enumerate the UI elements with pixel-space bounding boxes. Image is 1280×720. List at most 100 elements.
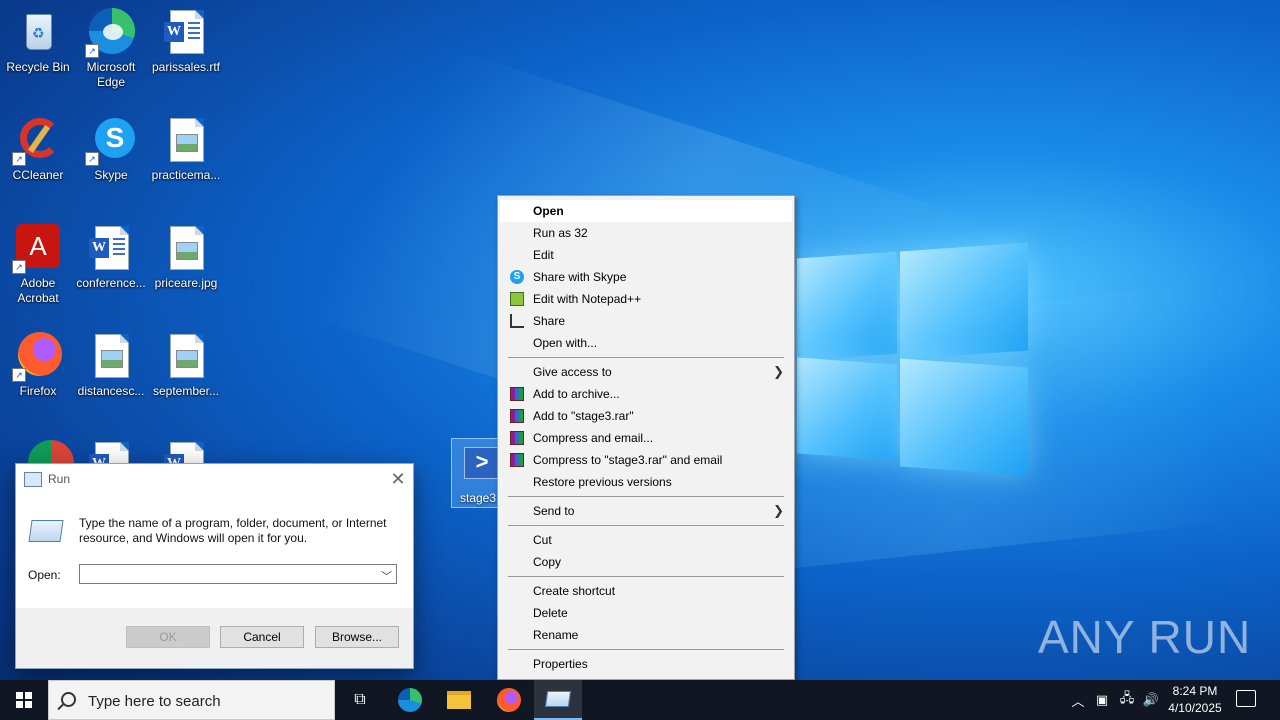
context-menu: Open Run as 32 Edit S Share with Skype Ed… bbox=[497, 195, 795, 680]
menu-item-add-to-stage3-rar[interactable]: Add to "stage3.rar" bbox=[500, 405, 792, 427]
chevron-up-icon: ︿ bbox=[1071, 693, 1085, 709]
menu-item-give-access-to[interactable]: Give access to ❯ bbox=[500, 361, 792, 383]
menu-separator bbox=[508, 576, 784, 577]
menu-item-share-with-skype[interactable]: S Share with Skype bbox=[500, 266, 792, 288]
desktop-icon-microsoft-edge[interactable]: ↗ Microsoft Edge bbox=[73, 8, 149, 90]
show-hidden-icons-button[interactable]: ︿ bbox=[1068, 680, 1088, 720]
close-icon[interactable]: ✕ bbox=[383, 469, 413, 490]
run-dialog-titlebar[interactable]: Run ✕ bbox=[16, 464, 413, 494]
tray-app-icon[interactable]: ▣ bbox=[1092, 680, 1112, 720]
shortcut-arrow-icon: ↗ bbox=[12, 152, 26, 166]
desktop-icon-parissales[interactable]: W parissales.rtf bbox=[148, 8, 224, 75]
chevron-right-icon: ❯ bbox=[773, 503, 784, 518]
tray-device-icon: ▣ bbox=[1095, 692, 1109, 707]
open-input[interactable] bbox=[80, 565, 378, 583]
menu-item-open[interactable]: Open bbox=[500, 200, 792, 222]
network-button[interactable]: 🖧 bbox=[1116, 680, 1138, 720]
volume-button[interactable]: 🔊 bbox=[1140, 680, 1162, 720]
menu-item-compress-and-email[interactable]: Compress and email... bbox=[500, 427, 792, 449]
desktop-icon-adobe-acrobat[interactable]: A ↗ Adobe Acrobat bbox=[0, 224, 76, 306]
taskbar-firefox-button[interactable] bbox=[485, 680, 533, 720]
notification-center-icon[interactable] bbox=[1236, 690, 1256, 707]
run-program-icon bbox=[544, 691, 572, 707]
menu-item-properties[interactable]: Properties bbox=[500, 653, 792, 675]
winrar-icon bbox=[510, 409, 524, 423]
taskbar-search-box[interactable]: Type here to search bbox=[48, 680, 335, 720]
menu-item-cut[interactable]: Cut bbox=[500, 529, 792, 551]
browse-button[interactable]: Browse... bbox=[315, 626, 399, 648]
menu-item-share[interactable]: Share bbox=[500, 310, 792, 332]
word-document-icon: W bbox=[87, 224, 135, 272]
menu-item-add-to-archive[interactable]: Add to archive... bbox=[500, 383, 792, 405]
desktop-icon-practicema[interactable]: practicema... bbox=[148, 116, 224, 183]
taskbar: Type here to search ⧉ ︿ ▣ 🖧 🔊 8:24 PM 4/… bbox=[0, 680, 1280, 720]
menu-item-copy[interactable]: Copy bbox=[500, 551, 792, 573]
run-program-icon bbox=[28, 520, 64, 542]
image-file-icon bbox=[162, 332, 210, 380]
taskbar-run-button[interactable] bbox=[534, 680, 582, 720]
winrar-icon bbox=[510, 453, 524, 467]
image-file-icon bbox=[162, 116, 210, 164]
menu-item-delete[interactable]: Delete bbox=[500, 602, 792, 624]
network-icon: 🖧 bbox=[1119, 690, 1135, 705]
ok-button[interactable]: OK bbox=[126, 626, 210, 648]
task-view-icon: ⧉ bbox=[354, 691, 366, 708]
open-label: Open: bbox=[28, 568, 61, 582]
firefox-icon bbox=[497, 688, 521, 712]
menu-item-edit[interactable]: Edit bbox=[500, 244, 792, 266]
taskbar-clock[interactable]: 8:24 PM 4/10/2025 bbox=[1160, 683, 1230, 717]
desktop-icon-priceare[interactable]: priceare.jpg bbox=[148, 224, 224, 291]
chevron-down-icon[interactable]: ﹀ bbox=[381, 568, 392, 584]
open-combobox[interactable]: ﹀ bbox=[79, 564, 397, 584]
taskbar-file-explorer-button[interactable] bbox=[435, 680, 483, 720]
task-view-button[interactable]: ⧉ bbox=[336, 680, 384, 720]
menu-separator bbox=[508, 496, 784, 497]
menu-item-create-shortcut[interactable]: Create shortcut bbox=[500, 580, 792, 602]
firefox-icon: ↗ bbox=[12, 332, 62, 382]
menu-item-edit-with-notepadpp[interactable]: Edit with Notepad++ bbox=[500, 288, 792, 310]
search-icon bbox=[61, 692, 76, 707]
clock-time: 8:24 PM bbox=[1172, 684, 1218, 698]
winrar-icon bbox=[510, 387, 524, 401]
run-window-icon bbox=[24, 471, 42, 487]
menu-separator bbox=[508, 649, 784, 650]
skype-icon: S ↗ bbox=[85, 116, 135, 166]
menu-item-restore-previous-versions[interactable]: Restore previous versions bbox=[500, 471, 792, 493]
cancel-button[interactable]: Cancel bbox=[220, 626, 304, 648]
desktop-icon-stage3-selected[interactable]: > stage3. bbox=[451, 438, 501, 508]
run-dialog-title: Run bbox=[48, 472, 71, 486]
notepadpp-icon bbox=[510, 292, 524, 306]
start-button[interactable] bbox=[0, 680, 48, 720]
windows-wallpaper-logo bbox=[797, 242, 1029, 479]
menu-item-compress-to-stage3-rar-and-email[interactable]: Compress to "stage3.rar" and email bbox=[500, 449, 792, 471]
shortcut-arrow-icon: ↗ bbox=[85, 152, 99, 166]
desktop-icon-september[interactable]: september... bbox=[148, 332, 224, 399]
taskbar-edge-button[interactable] bbox=[386, 680, 434, 720]
anyrun-watermark: ANY RUN bbox=[1038, 611, 1252, 663]
desktop-icon-conference[interactable]: W conference... bbox=[73, 224, 149, 291]
run-dialog: Run ✕ Type the name of a program, folder… bbox=[15, 463, 414, 669]
desktop-icon-distancesc[interactable]: distancesc... bbox=[73, 332, 149, 399]
image-file-icon bbox=[87, 332, 135, 380]
desktop-icon-ccleaner[interactable]: ↗ CCleaner bbox=[0, 116, 76, 183]
shortcut-arrow-icon: ↗ bbox=[12, 260, 26, 274]
desktop-icon-recycle-bin[interactable]: ♻ Recycle Bin bbox=[0, 8, 76, 75]
adobe-acrobat-icon: A ↗ bbox=[12, 224, 62, 274]
shortcut-arrow-icon: ↗ bbox=[85, 44, 99, 58]
image-file-icon bbox=[162, 224, 210, 272]
recycle-bin-icon: ♻ bbox=[14, 8, 62, 56]
menu-item-send-to[interactable]: Send to ❯ bbox=[500, 500, 792, 522]
shortcut-arrow-icon: ↗ bbox=[12, 368, 26, 382]
desktop-icon-skype[interactable]: S ↗ Skype bbox=[73, 116, 149, 183]
folder-icon bbox=[447, 691, 471, 709]
menu-item-rename[interactable]: Rename bbox=[500, 624, 792, 646]
share-icon bbox=[510, 314, 524, 328]
edge-icon bbox=[398, 688, 422, 712]
winrar-icon bbox=[510, 431, 524, 445]
desktop-icon-firefox[interactable]: ↗ Firefox bbox=[0, 332, 76, 399]
menu-item-open-with[interactable]: Open with... bbox=[500, 332, 792, 354]
search-placeholder: Type here to search bbox=[88, 693, 221, 710]
menu-item-run-as-32[interactable]: Run as 32 bbox=[500, 222, 792, 244]
edge-icon: ↗ bbox=[85, 8, 135, 58]
skype-icon: S bbox=[510, 270, 524, 284]
